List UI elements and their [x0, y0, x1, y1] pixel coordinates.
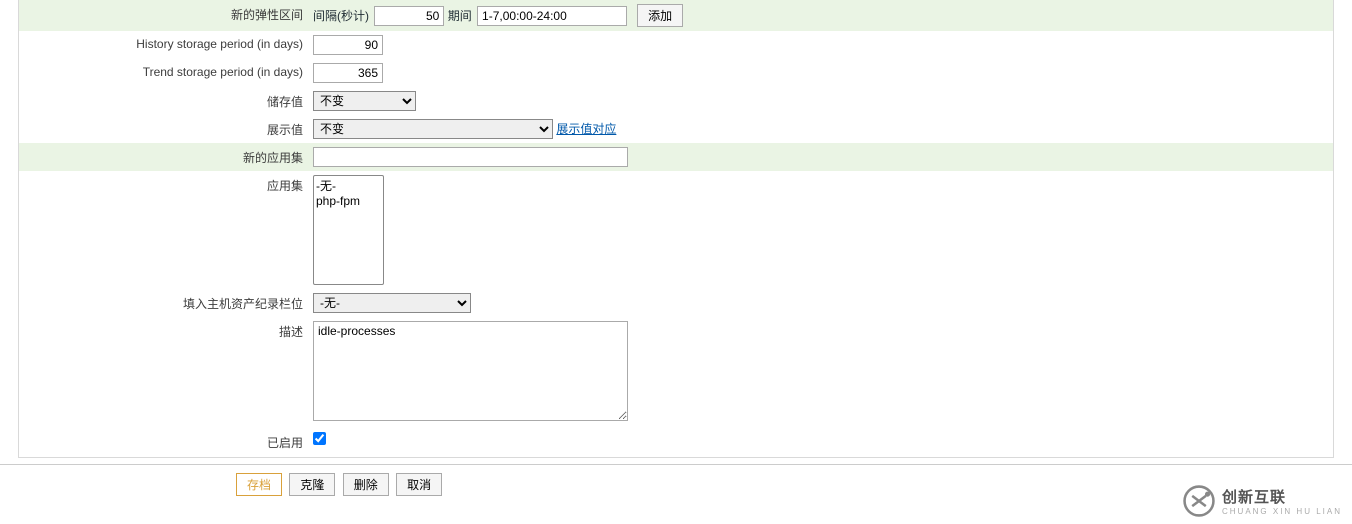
host-inventory-select[interactable]: -无- — [313, 293, 471, 313]
store-value-label: 储存值 — [19, 87, 309, 115]
clone-button[interactable]: 克隆 — [289, 473, 335, 496]
appset-option: -无- — [316, 177, 381, 194]
history-label: History storage period (in days) — [19, 31, 309, 59]
appset-select[interactable]: -无- php-fpm — [313, 175, 384, 285]
brand-logo-text: 创新互联 — [1222, 486, 1342, 507]
description-textarea[interactable] — [313, 321, 628, 421]
save-button[interactable]: 存档 — [236, 473, 282, 496]
trend-label: Trend storage period (in days) — [19, 59, 309, 87]
appset-option: php-fpm — [316, 194, 381, 208]
enabled-checkbox[interactable] — [313, 432, 326, 445]
display-value-label: 展示值 — [19, 115, 309, 143]
flex-interval-label: 新的弹性区间 — [19, 0, 309, 31]
brand-logo-subtext: CHUANG XIN HU LIAN — [1222, 507, 1342, 516]
display-value-select[interactable]: 不变 — [313, 119, 553, 139]
new-appset-label: 新的应用集 — [19, 143, 309, 171]
brand-logo-icon — [1182, 484, 1216, 518]
period-label: 期间 — [448, 9, 472, 23]
new-appset-input[interactable] — [313, 147, 628, 167]
period-input[interactable] — [477, 6, 627, 26]
host-inventory-label: 填入主机资产纪录栏位 — [19, 289, 309, 317]
trend-input[interactable] — [313, 63, 383, 83]
description-label: 描述 — [19, 317, 309, 428]
appset-label: 应用集 — [19, 171, 309, 289]
enabled-label: 已启用 — [19, 428, 309, 455]
display-value-link[interactable]: 展示值对应 — [556, 122, 616, 136]
store-value-select[interactable]: 不变 — [313, 91, 416, 111]
delete-button[interactable]: 删除 — [343, 473, 389, 496]
cancel-button[interactable]: 取消 — [396, 473, 442, 496]
interval-sec-input[interactable] — [374, 6, 444, 26]
interval-sec-label: 间隔(秒计) — [313, 9, 369, 23]
history-input[interactable] — [313, 35, 383, 55]
brand-logo: 创新互联 CHUANG XIN HU LIAN — [1182, 484, 1342, 518]
add-button[interactable]: 添加 — [637, 4, 683, 27]
